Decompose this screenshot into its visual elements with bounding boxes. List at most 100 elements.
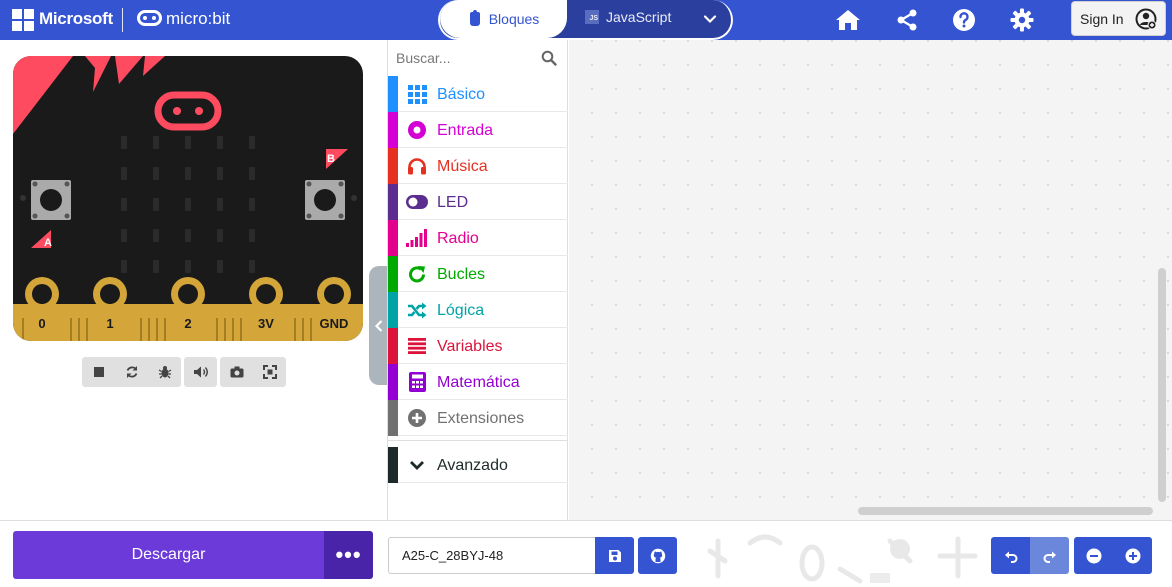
blocks-workspace[interactable] bbox=[569, 40, 1172, 520]
zoom-in-button[interactable] bbox=[1113, 537, 1152, 574]
category-math[interactable]: Matemática bbox=[388, 364, 568, 400]
category-logic[interactable]: Lógica bbox=[388, 292, 568, 328]
search-icon[interactable] bbox=[541, 50, 557, 66]
plus-circle-icon bbox=[406, 408, 428, 428]
screenshot-icon[interactable] bbox=[220, 357, 253, 387]
grid-icon bbox=[406, 84, 428, 104]
block-toolbox: Básico Entrada Música LED Radio Bucles L… bbox=[387, 40, 568, 520]
category-led[interactable]: LED bbox=[388, 184, 568, 220]
sign-in-button[interactable]: Sign In bbox=[1071, 1, 1166, 36]
category-label: Básico bbox=[437, 86, 486, 103]
save-button[interactable] bbox=[595, 537, 634, 574]
workspace-vertical-scrollbar[interactable] bbox=[1158, 268, 1166, 502]
github-button[interactable] bbox=[638, 537, 677, 574]
category-label: Avanzado bbox=[437, 457, 508, 474]
toggle-icon bbox=[406, 192, 428, 212]
tab-javascript[interactable]: JS JavaScript bbox=[585, 9, 671, 25]
category-label: Radio bbox=[437, 230, 479, 247]
plus-circle-icon bbox=[1125, 548, 1140, 563]
zoom-out-button[interactable] bbox=[1074, 537, 1113, 574]
tab-blocks-label: Bloques bbox=[488, 11, 540, 27]
pin-label: 3V bbox=[258, 316, 274, 331]
microsoft-brand[interactable]: Microsoft bbox=[39, 9, 113, 29]
pin-label: 0 bbox=[38, 316, 45, 331]
redo-icon bbox=[1043, 551, 1056, 563]
help-icon[interactable] bbox=[950, 6, 978, 34]
headphones-icon bbox=[406, 156, 428, 176]
category-label: Extensiones bbox=[437, 410, 525, 427]
collapse-simulator-button[interactable] bbox=[369, 266, 388, 385]
toolbox-separator bbox=[388, 440, 568, 444]
undo-icon bbox=[1004, 551, 1017, 563]
category-radio[interactable]: Radio bbox=[388, 220, 568, 256]
chevron-left-icon bbox=[374, 319, 382, 332]
list-icon bbox=[406, 336, 428, 356]
more-options-button[interactable]: ••• bbox=[324, 531, 373, 579]
blocks-icon bbox=[468, 10, 482, 26]
language-dropdown-chevron-icon[interactable] bbox=[702, 11, 718, 27]
simulator-toolbar bbox=[82, 357, 289, 387]
debug-icon[interactable] bbox=[148, 357, 181, 387]
workspace-horizontal-scrollbar[interactable] bbox=[858, 507, 1153, 515]
home-icon[interactable] bbox=[834, 6, 862, 34]
product-name[interactable]: micro:bit bbox=[166, 9, 230, 29]
restart-icon[interactable] bbox=[115, 357, 148, 387]
circle-dot-icon bbox=[406, 120, 428, 140]
category-label: Música bbox=[437, 158, 488, 175]
decorative-background-pattern bbox=[707, 534, 978, 584]
edge-connector-dot bbox=[351, 195, 357, 201]
category-label: Variables bbox=[437, 338, 503, 355]
calculator-icon bbox=[406, 372, 428, 392]
project-name-input[interactable] bbox=[388, 537, 596, 574]
edge-connector-dot bbox=[20, 195, 26, 201]
sound-icon[interactable] bbox=[184, 357, 217, 387]
tab-javascript-label: JavaScript bbox=[606, 9, 672, 25]
simulator-panel: 0 1 2 3V GND A B bbox=[0, 40, 388, 520]
download-label: Descargar bbox=[131, 546, 206, 563]
save-icon bbox=[608, 549, 621, 562]
sign-in-label: Sign In bbox=[1080, 10, 1124, 27]
category-label: Lógica bbox=[437, 302, 485, 319]
editor-toolbar: Descargar ••• bbox=[0, 520, 1172, 587]
category-loops[interactable]: Bucles bbox=[388, 256, 568, 292]
stop-icon[interactable] bbox=[82, 357, 115, 387]
settings-icon[interactable] bbox=[1008, 6, 1036, 34]
github-icon bbox=[650, 548, 665, 563]
category-label: Entrada bbox=[437, 122, 494, 139]
button-a-label: A bbox=[44, 237, 52, 249]
category-music[interactable]: Música bbox=[388, 148, 568, 184]
top-menu-bar: Microsoft micro:bit Bloques JS JavaScrip… bbox=[0, 0, 1172, 40]
share-icon[interactable] bbox=[893, 6, 921, 34]
minus-circle-icon bbox=[1086, 548, 1101, 563]
pin-label: GND bbox=[320, 316, 349, 331]
fullscreen-icon[interactable] bbox=[253, 357, 286, 387]
category-advanced[interactable]: Avanzado bbox=[388, 447, 568, 483]
category-input[interactable]: Entrada bbox=[388, 112, 568, 148]
microbit-board[interactable]: 0 1 2 3V GND A B bbox=[13, 56, 363, 341]
editor-mode-toggle: Bloques JS JavaScript bbox=[438, 0, 733, 40]
toolbox-search bbox=[388, 40, 568, 76]
simulator-run-controls bbox=[82, 357, 181, 387]
microbit-logo-icon[interactable] bbox=[137, 10, 162, 26]
shuffle-icon bbox=[406, 300, 428, 320]
microsoft-logo-icon[interactable] bbox=[12, 9, 34, 31]
download-button[interactable]: Descargar bbox=[13, 531, 324, 579]
tab-blocks[interactable]: Bloques bbox=[440, 0, 567, 38]
category-label: Bucles bbox=[437, 266, 486, 283]
simulator-sound-controls bbox=[184, 357, 217, 387]
pin-label: 1 bbox=[106, 316, 113, 331]
search-input[interactable] bbox=[396, 46, 536, 70]
signal-icon bbox=[406, 228, 428, 248]
redo-button[interactable] bbox=[1030, 537, 1069, 574]
category-basic[interactable]: Básico bbox=[388, 76, 568, 112]
button-b[interactable] bbox=[305, 180, 345, 220]
pin-label: 2 bbox=[184, 316, 191, 331]
button-a[interactable] bbox=[31, 180, 71, 220]
category-label: Matemática bbox=[437, 374, 520, 391]
category-extensions[interactable]: Extensiones bbox=[388, 400, 568, 436]
chevron-down-icon bbox=[406, 455, 428, 475]
category-variables[interactable]: Variables bbox=[388, 328, 568, 364]
brand-divider bbox=[122, 8, 123, 32]
button-b-label: B bbox=[327, 153, 335, 165]
undo-button[interactable] bbox=[991, 537, 1030, 574]
